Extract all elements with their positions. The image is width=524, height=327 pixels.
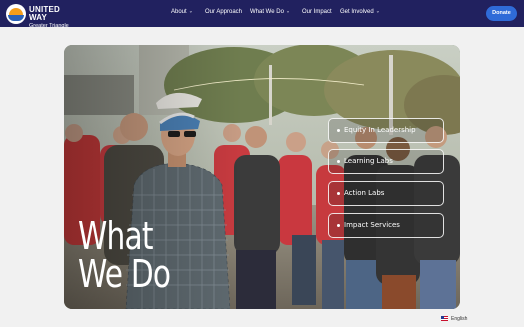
nav-item-our-impact[interactable]: Our Impact — [302, 9, 332, 15]
chevron-down-icon: ⌄ — [188, 8, 193, 15]
hero-link-label: Action Labs — [344, 189, 385, 197]
hero-title: What We Do — [78, 214, 171, 296]
hero-link-label: Equity In Leadership — [344, 126, 416, 134]
chevron-down-icon: ⌄ — [375, 8, 380, 15]
language-selector[interactable]: English — [441, 316, 467, 322]
nav-item-about-label: About — [171, 9, 187, 15]
chevron-down-icon: ⌄ — [285, 8, 291, 15]
hero-title-line-2: We Do — [78, 252, 171, 296]
nav-item-get-involved-label: Get Involved — [340, 9, 374, 15]
logo-wordmark: UNITED WAY Greater Triangle — [29, 6, 70, 30]
hero-link-equity-in-leadership[interactable]: Equity In Leadership — [328, 118, 444, 143]
hero-title-line-1: What — [78, 214, 154, 258]
nav-item-about[interactable]: About ⌄ — [171, 8, 193, 16]
nav-item-what-we-do[interactable]: What We Do ⌄ — [250, 8, 291, 16]
hero-link-learning-labs[interactable]: Learning Labs — [328, 149, 444, 174]
donate-button[interactable]: Donate — [486, 6, 517, 21]
united-way-emblem-icon — [6, 4, 26, 24]
logo-name: UNITED WAY — [29, 5, 60, 22]
hero-link-action-labs[interactable]: Action Labs — [328, 181, 444, 206]
nav-item-get-involved[interactable]: Get Involved ⌄ — [340, 8, 380, 16]
us-flag-icon — [441, 316, 448, 321]
bullet-icon — [337, 129, 340, 132]
language-label: English — [451, 316, 468, 322]
hero-link-label: Impact Services — [344, 221, 400, 229]
bullet-icon — [337, 224, 340, 227]
logo-region: Greater Triangle — [29, 23, 69, 29]
nav-item-our-approach-label: Our Approach — [205, 9, 243, 15]
bullet-icon — [337, 160, 340, 163]
nav-item-our-impact-label: Our Impact — [302, 9, 332, 15]
united-way-logo[interactable]: UNITED WAY Greater Triangle — [6, 4, 70, 29]
hero-link-impact-services[interactable]: Impact Services — [328, 213, 444, 238]
hero-link-label: Learning Labs — [344, 157, 393, 165]
bullet-icon — [337, 192, 340, 195]
hero-banner: What We Do Equity In Leadership Learning… — [64, 45, 460, 309]
nav-item-our-approach[interactable]: Our Approach — [205, 9, 242, 15]
nav-item-what-we-do-label: What We Do — [250, 9, 284, 15]
site-header: UNITED WAY Greater Triangle About ⌄ Our A… — [0, 0, 524, 29]
